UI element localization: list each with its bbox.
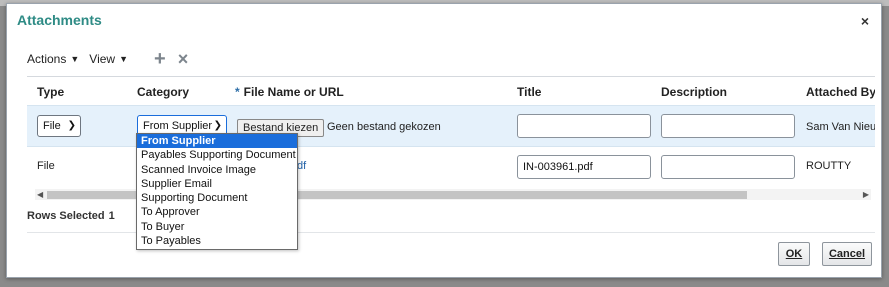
rows-selected-count: 1	[108, 210, 115, 222]
type-select-value: File	[43, 120, 61, 132]
dropdown-option[interactable]: Payables Supporting Document	[137, 148, 297, 162]
category-dropdown-list[interactable]: From Supplier Payables Supporting Docume…	[136, 133, 298, 250]
view-menu-label: View	[89, 52, 116, 66]
actions-menu-label: Actions	[27, 52, 67, 66]
plus-icon[interactable]: +	[154, 49, 166, 69]
dropdown-option[interactable]: Supporting Document	[137, 191, 297, 205]
dropdown-option[interactable]: Supplier Email	[137, 177, 297, 191]
dialog-title: Attachments	[17, 12, 102, 28]
file-status-text: Geen bestand gekozen	[327, 121, 441, 133]
file-link[interactable]: df	[297, 160, 306, 172]
caret-down-icon: ▼	[119, 54, 128, 64]
delete-x-icon[interactable]: ×	[178, 50, 189, 68]
dropdown-option[interactable]: Scanned Invoice Image	[137, 163, 297, 177]
dropdown-option[interactable]: To Buyer	[137, 220, 297, 234]
ok-button[interactable]: OK	[778, 242, 810, 266]
type-select[interactable]: File ❯	[37, 115, 81, 137]
close-icon[interactable]: ×	[861, 13, 869, 29]
scroll-left-icon[interactable]: ◀	[37, 189, 43, 200]
rows-selected-status: Rows Selected 1	[27, 210, 115, 222]
caret-down-icon: ▼	[70, 54, 80, 64]
required-marker: *	[235, 85, 240, 99]
chevron-down-icon: ❯	[67, 120, 76, 131]
column-header-category[interactable]: Category	[137, 85, 189, 99]
column-header-description[interactable]: Description	[661, 85, 727, 99]
view-menu[interactable]: View ▼	[89, 52, 128, 66]
column-header-type[interactable]: Type	[37, 85, 64, 99]
toolbar: Actions ▼ View ▼ + ×	[27, 49, 189, 69]
dropdown-option[interactable]: From Supplier	[137, 134, 297, 149]
title-input[interactable]: IN-003961.pdf	[517, 155, 651, 179]
category-select-value: From Supplier	[143, 120, 213, 132]
title-input[interactable]	[517, 114, 651, 138]
attached-by-value: Sam Van Nieu	[806, 121, 875, 133]
rows-selected-label: Rows Selected	[27, 210, 105, 222]
scroll-right-icon[interactable]: ▶	[863, 189, 869, 200]
type-value: File	[37, 160, 55, 172]
attached-by-value: ROUTTY	[806, 160, 852, 172]
cancel-button[interactable]: Cancel	[822, 242, 872, 266]
column-header-title[interactable]: Title	[517, 85, 541, 99]
description-input[interactable]	[661, 155, 795, 179]
column-header-file-name-label: File Name or URL	[243, 85, 344, 99]
dropdown-option[interactable]: To Approver	[137, 205, 297, 219]
description-input[interactable]	[661, 114, 795, 138]
column-header-file-name[interactable]: * File Name or URL	[235, 85, 344, 99]
dropdown-option[interactable]: To Payables	[137, 234, 297, 248]
actions-menu[interactable]: Actions ▼	[27, 52, 79, 66]
column-header-attached-by[interactable]: Attached By	[806, 85, 875, 99]
